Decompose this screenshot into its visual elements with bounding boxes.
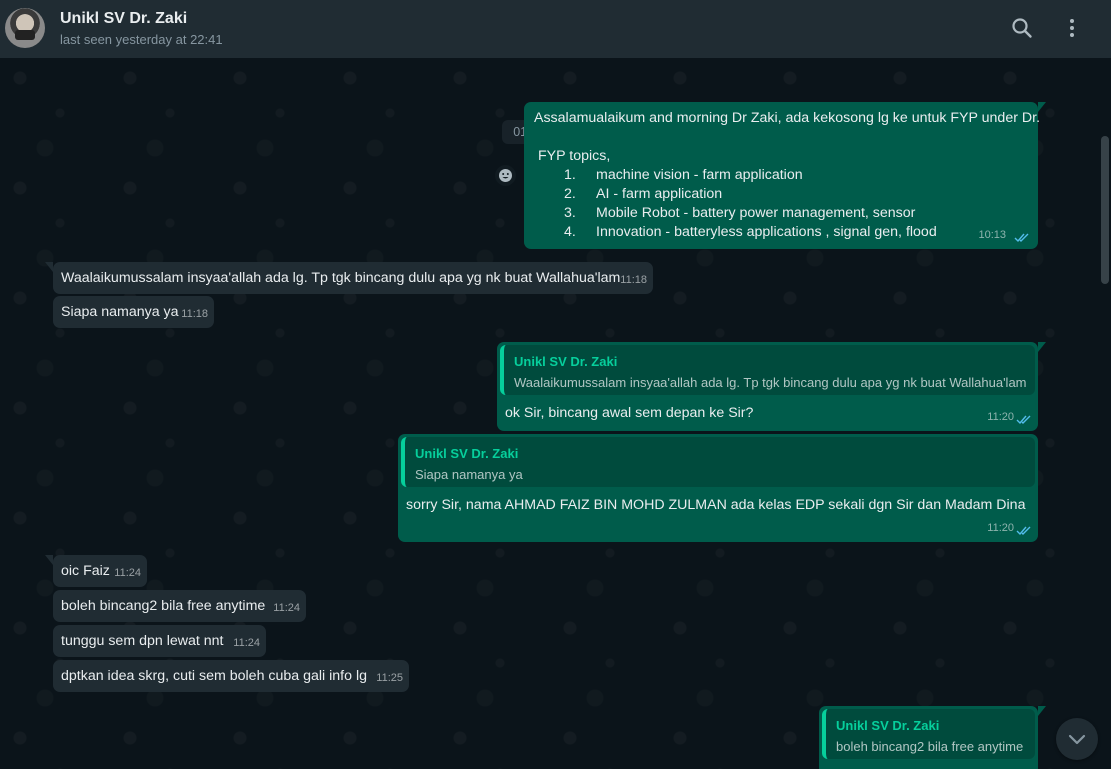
scroll-to-bottom-button[interactable]: [1056, 718, 1098, 760]
list-number: 1.: [564, 167, 576, 183]
quote-author: Unikl SV Dr. Zaki: [836, 718, 940, 733]
last-seen-status: last seen yesterday at 22:41: [60, 32, 223, 47]
message-bubble[interactable]: dptkan idea skrg, cuti sem boleh cuba ga…: [53, 660, 409, 692]
quote-text: Waalaikumussalam insyaa'allah ada lg. Tp…: [514, 375, 1027, 390]
message-bubble[interactable]: Unikl SV Dr. Zaki Siapa namanya ya sorry…: [398, 434, 1038, 542]
list-number: 4.: [564, 224, 576, 240]
quote-author: Unikl SV Dr. Zaki: [514, 354, 618, 369]
quote-author: Unikl SV Dr. Zaki: [415, 446, 519, 461]
message-text: Waalaikumussalam insyaa'allah ada lg. Tp…: [61, 270, 621, 286]
contact-name[interactable]: Unikl SV Dr. Zaki: [60, 10, 187, 28]
quoted-message[interactable]: Unikl SV Dr. Zaki Siapa namanya ya: [401, 437, 1035, 487]
message-bubble[interactable]: Siapa namanya ya 11:18: [53, 296, 214, 328]
quote-text: boleh bincang2 bila free anytime: [836, 739, 1024, 754]
emoji-smile-icon: [499, 169, 512, 182]
message-time: 11:20: [987, 411, 1014, 423]
list-text: Mobile Robot - battery power management,…: [596, 205, 916, 221]
message-text: Siapa namanya ya: [61, 304, 179, 320]
list-text: Innovation - batteryless applications , …: [596, 224, 937, 240]
quoted-message[interactable]: Unikl SV Dr. Zaki Waalaikumussalam insya…: [500, 345, 1035, 395]
chevron-down-icon: [1068, 734, 1086, 745]
message-bubble[interactable]: Unikl SV Dr. Zaki Waalaikumussalam insya…: [497, 342, 1046, 431]
message-text: tunggu sem dpn lewat nnt: [61, 633, 224, 649]
quoted-message[interactable]: Unikl SV Dr. Zaki boleh bincang2 bila fr…: [822, 709, 1035, 759]
message-time: 11:20: [987, 522, 1014, 534]
list-title: FYP topics,: [538, 148, 611, 164]
message-time: 11:18: [620, 274, 647, 286]
message-bubble[interactable]: oic Faiz 11:24: [45, 555, 147, 587]
scrollbar-thumb[interactable]: [1101, 136, 1109, 284]
list-text: AI - farm application: [596, 186, 723, 202]
message-time: 10:13: [978, 229, 1006, 241]
chat-header: Unikl SV Dr. Zaki last seen yesterday at…: [0, 0, 1111, 58]
message-text: dptkan idea skrg, cuti sem boleh cuba ga…: [61, 668, 368, 684]
quote-text: Siapa namanya ya: [415, 467, 523, 482]
message-text: boleh bincang2 bila free anytime: [61, 598, 266, 614]
message-text: oic Faiz: [61, 563, 110, 579]
message-text: ok Sir, bincang awal sem depan ke Sir?: [505, 405, 754, 421]
list-number: 3.: [564, 205, 576, 221]
menu-button[interactable]: [1059, 15, 1085, 41]
message-bubble[interactable]: Waalaikumussalam insyaa'allah ada lg. Tp…: [45, 262, 653, 294]
search-button[interactable]: [1009, 15, 1035, 41]
message-time: 11:18: [181, 308, 208, 320]
message-text: Assalamualaikum and morning Dr Zaki, ada…: [534, 110, 1041, 126]
list-text: machine vision - farm application: [596, 167, 803, 183]
message-bubble[interactable]: Unikl SV Dr. Zaki boleh bincang2 bila fr…: [819, 706, 1046, 769]
message-time: 11:24: [233, 637, 260, 649]
message-bubble[interactable]: boleh bincang2 bila free anytime 11:24: [53, 590, 306, 622]
double-check-icon: [1016, 526, 1031, 536]
message-text: sorry Sir, nama AHMAD FAIZ BIN MOHD ZULM…: [406, 497, 1026, 513]
double-check-icon: [1014, 233, 1029, 243]
contact-avatar[interactable]: [5, 8, 45, 48]
reaction-button[interactable]: [495, 165, 516, 186]
message-bubble[interactable]: tunggu sem dpn lewat nnt 11:24: [53, 625, 266, 657]
search-icon: [1012, 18, 1032, 38]
list-number: 2.: [564, 186, 576, 202]
message-time: 11:25: [376, 672, 403, 684]
kebab-menu-icon: [1070, 19, 1074, 37]
message-bubble[interactable]: Assalamualaikum and morning Dr Zaki, ada…: [524, 102, 1046, 249]
message-list[interactable]: 01/02/2023 Assalamualaikum and morning D…: [0, 58, 1111, 769]
message-time: 11:24: [114, 567, 141, 579]
message-time: 11:24: [273, 602, 300, 614]
double-check-icon: [1016, 415, 1031, 425]
